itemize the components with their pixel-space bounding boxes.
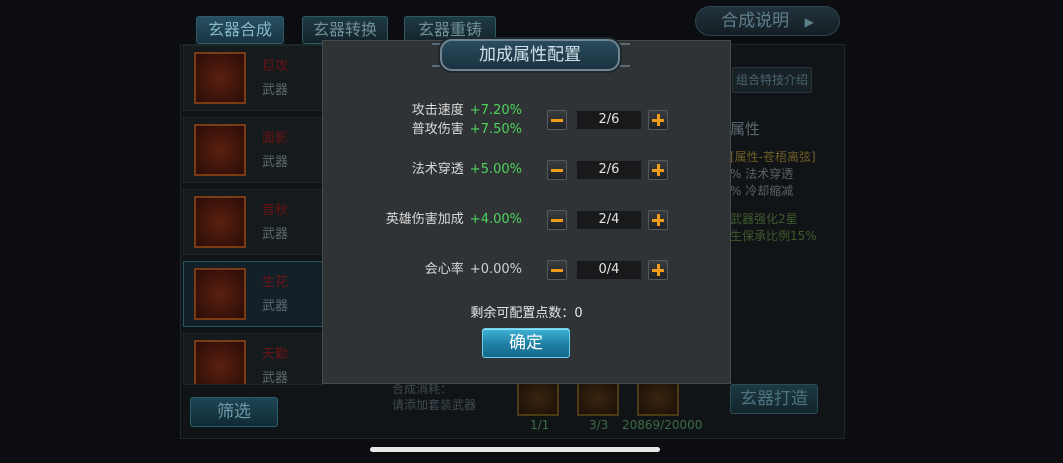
weapon-list: 巨攻 武器 面影 武器 音秋 武器 生花 武器 天勤 武器	[183, 45, 323, 385]
weapon-type: 武器	[262, 227, 289, 242]
forge-button[interactable]: 玄器打造	[730, 384, 818, 414]
confirm-button[interactable]: 确定	[482, 328, 570, 358]
attr-line-2: % 冷却缩减	[730, 184, 794, 198]
weapon-type: 武器	[262, 155, 289, 170]
attr-name: 普攻伤害	[411, 122, 464, 137]
attr-bonus: +0.00%	[469, 262, 522, 277]
minus-icon	[551, 169, 563, 172]
attr-label-hero-damage: 英雄伤害加成 +4.00%	[340, 210, 522, 229]
weapon-type: 武器	[262, 83, 289, 98]
minus-icon	[551, 119, 563, 122]
attr-label-magic-pen: 法术穿透 +5.00%	[340, 160, 522, 179]
weapon-name: 天勤	[262, 347, 289, 362]
attr-bonus: +7.20%	[469, 103, 522, 118]
help-button-label: 合成说明	[721, 11, 790, 31]
attr-bonus: +7.50%	[469, 122, 522, 137]
attr-name: 英雄伤害加成	[385, 212, 464, 227]
plus-icon-stroke	[657, 114, 660, 126]
increase-button[interactable]	[648, 110, 668, 130]
material-icon	[577, 380, 619, 416]
points-value: 2/6	[576, 110, 642, 130]
tab-synthesis[interactable]: 玄器合成	[196, 16, 284, 44]
list-item[interactable]: 生花 武器	[183, 261, 323, 327]
list-item[interactable]: 天勤 武器	[183, 333, 323, 385]
weapon-type: 武器	[262, 371, 289, 385]
weapon-icon	[194, 340, 246, 384]
cost-count: 3/3	[589, 418, 609, 432]
weapon-name: 生花	[262, 275, 289, 290]
attr-label-basic-attack: 普攻伤害 +7.50%	[340, 120, 522, 139]
points-value: 2/4	[576, 210, 642, 230]
list-item[interactable]: 面影 武器	[183, 117, 323, 183]
weapon-icon	[194, 268, 246, 320]
decrease-button[interactable]	[547, 210, 567, 230]
minus-icon	[551, 269, 563, 272]
remaining-points: 剩余可配置点数：0	[470, 306, 583, 321]
attr-line-3: 武器强化2星	[730, 212, 798, 226]
attr-name: 会心率	[424, 262, 464, 277]
attr-name: 攻击速度	[411, 103, 464, 118]
decrease-button[interactable]	[547, 110, 567, 130]
increase-button[interactable]	[648, 160, 668, 180]
combo-skill-button[interactable]: 组合特技介绍	[732, 67, 812, 93]
minus-icon	[551, 219, 563, 222]
weapon-name: 面影	[262, 131, 289, 146]
decrease-button[interactable]	[547, 260, 567, 280]
points-value: 0/4	[576, 260, 642, 280]
coin-icon	[637, 380, 679, 416]
attr-name: 法术穿透	[411, 162, 464, 177]
dialog-title: 加成属性配置	[440, 39, 620, 71]
increase-button[interactable]	[648, 260, 668, 280]
cost-hint: 请添加套装武器	[392, 398, 477, 412]
list-item[interactable]: 音秋 武器	[183, 189, 323, 255]
increase-button[interactable]	[648, 210, 668, 230]
weapon-icon	[194, 52, 246, 104]
list-item[interactable]: 巨攻 武器	[183, 45, 323, 111]
plus-icon-stroke	[657, 164, 660, 176]
plus-icon-stroke	[657, 214, 660, 226]
attr-line-4: 生保承比例15%	[730, 229, 817, 243]
attr-label-crit-rate: 会心率 +0.00%	[340, 260, 522, 279]
plus-icon-stroke	[657, 264, 660, 276]
home-indicator[interactable]	[370, 447, 660, 452]
attr-label-attack-speed: 攻击速度 +7.20%	[340, 101, 522, 120]
cost-count: 20869/20000	[622, 418, 703, 432]
cost-count: 1/1	[530, 418, 550, 432]
weapon-name: 音秋	[262, 203, 289, 218]
material-icon	[517, 380, 559, 416]
play-arrow-icon: ▶	[804, 15, 814, 29]
attr-line-1: % 法术穿透	[730, 167, 794, 181]
attr-title: 属性	[730, 120, 761, 138]
weapon-type: 武器	[262, 299, 289, 314]
decrease-button[interactable]	[547, 160, 567, 180]
weapon-icon	[194, 196, 246, 248]
attr-bonus: +4.00%	[469, 212, 522, 227]
weapon-name: 巨攻	[262, 59, 289, 74]
attr-bonus: +5.00%	[469, 162, 522, 177]
help-button[interactable]: 合成说明 ▶	[695, 6, 840, 36]
filter-button[interactable]: 筛选	[190, 397, 278, 427]
points-value: 2/6	[576, 160, 642, 180]
weapon-icon	[194, 124, 246, 176]
set-name: [属性-苍梧离弦]	[730, 150, 816, 164]
